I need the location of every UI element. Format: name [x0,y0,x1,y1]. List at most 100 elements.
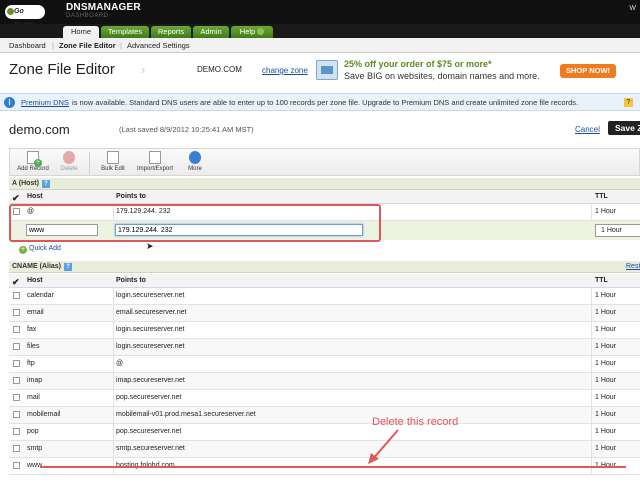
page-title: Zone File Editor [9,61,115,78]
info-icon: i [4,97,15,108]
shop-now-button[interactable]: SHOP NOW! [560,64,616,78]
row-checkbox[interactable] [13,309,20,316]
more-icon [189,151,201,164]
tab-templates[interactable]: Templates [101,26,149,38]
col-ttl[interactable]: TTL [595,277,608,284]
row-checkbox[interactable] [13,462,20,469]
row-checkbox[interactable] [13,326,20,333]
record-ttl: 1 Hour [595,326,617,333]
more-label: More [188,166,202,172]
record-ttl: 1 Hour [595,445,617,452]
row-checkbox[interactable] [13,445,20,452]
record-ttl: 1 Hour [595,377,617,384]
record-host: calendar [27,292,54,299]
row-checkbox[interactable] [13,292,20,299]
save-zone-button[interactable]: Save Z [608,121,640,135]
strike-through-annotation [40,466,626,468]
bulk-edit-icon [107,151,119,164]
col-points-to[interactable]: Points to [116,277,146,284]
record-host: imap [27,377,43,384]
table-row[interactable]: mobilemail mobilemail-v01.prod.mesa1.secu… [9,407,640,424]
record-points-to: login.secureserver.net [116,292,185,299]
change-zone-link[interactable]: change zone [262,66,308,75]
record-points-to: @ [116,360,124,367]
record-host: email [27,309,44,316]
table-row[interactable]: mail pop.secureserver.net 1 Hour [9,390,640,407]
reset-link[interactable]: Rest [626,261,640,273]
ttl-select[interactable]: 1 Hour⇕ [595,224,640,237]
row-checkbox[interactable] [13,377,20,384]
column-divider [113,339,114,355]
delete-icon [63,151,75,164]
tab-reports[interactable]: Reports [151,26,191,38]
record-ttl: 1 Hour [595,428,617,435]
highlight-annotation [9,204,381,242]
main-nav: Home Templates Reports Admin Help [0,24,640,38]
record-host: pop [27,428,39,435]
record-ttl: 1 Hour [595,343,617,350]
app-title: DNSMANAGER [66,2,141,13]
cname-column-header: ✔ Host Points to TTL [9,274,640,288]
record-ttl: 1 Hour [595,292,617,299]
row-checkbox[interactable] [13,411,20,418]
row-checkbox[interactable] [13,428,20,435]
subnav-zone-file-editor[interactable]: Zone File Editor [59,41,116,50]
tab-help[interactable]: Help [231,26,273,38]
column-divider [113,356,114,372]
table-row[interactable]: email email.secureserver.net 1 Hour [9,305,640,322]
import-export-button[interactable]: Import/Export [135,151,175,172]
col-ttl[interactable]: TTL [595,193,608,200]
record-points-to: mobilemail-v01.prod.mesa1.secureserver.n… [116,411,256,418]
table-row[interactable]: imap imap.secureserver.net 1 Hour [9,373,640,390]
col-points-to[interactable]: Points to [116,193,146,200]
record-host: fax [27,326,37,333]
quick-add-button[interactable]: + Quick Add [19,245,61,254]
column-divider [113,390,114,406]
column-divider [591,441,592,457]
table-row[interactable]: ftp @1 Hour [9,356,640,373]
more-button[interactable]: More [182,151,208,172]
row-checkbox[interactable] [13,394,20,401]
record-ttl: 1 Hour [595,208,617,215]
column-divider [113,288,114,304]
subnav-dashboard[interactable]: Dashboard [9,41,46,50]
account-menu[interactable]: W [629,5,636,12]
quick-add-label: Quick Add [29,245,61,252]
column-divider [591,288,592,304]
row-checkbox[interactable] [13,343,20,350]
record-ttl: 1 Hour [595,411,617,418]
table-row[interactable]: files login.secureserver.net 1 Hour [9,339,640,356]
tab-home[interactable]: Home [63,26,99,38]
table-row[interactable]: fax login.secureserver.net 1 Hour [9,322,640,339]
delete-button[interactable]: Delete [56,151,82,172]
select-all-checkbox[interactable]: ✔ [12,193,20,204]
premium-dns-banner: i Premium DNS is now available. Standard… [0,93,640,111]
delete-label: Delete [60,166,78,172]
cancel-link[interactable]: Cancel [575,125,600,134]
help-icon[interactable]: ? [41,180,50,188]
help-icon[interactable]: ? [624,98,633,107]
tab-help-label: Help [239,27,256,36]
col-host[interactable]: Host [27,277,43,284]
godaddy-logo[interactable]: Go Daddy [5,5,45,29]
row-checkbox[interactable] [13,360,20,367]
premium-dns-link[interactable]: Premium DNS [21,98,69,107]
table-row[interactable]: pop pop.secureserver.net 1 Hour [9,424,640,441]
add-record-button[interactable]: Add Record [15,151,51,172]
table-row[interactable]: smtp smtp.secureserver.net 1 Hour [9,441,640,458]
column-divider [591,424,592,440]
domain-label: DEMO.COM [197,65,242,74]
record-host: files [27,343,40,350]
record-host: smtp [27,445,43,452]
table-row[interactable]: calendar login.secureserver.net 1 Hour [9,288,640,305]
bulk-edit-button[interactable]: Bulk Edit [98,151,128,172]
sub-nav: Dashboard | Zone File Editor | Advanced … [0,38,640,53]
promo-banner[interactable]: 25% off your order of $75 or more* Save … [316,58,616,84]
record-ttl: 1 Hour [595,394,617,401]
tab-admin[interactable]: Admin [193,26,229,38]
select-all-checkbox[interactable]: ✔ [12,277,20,288]
col-host[interactable]: Host [27,193,43,200]
help-icon[interactable]: ? [64,263,73,271]
chevron-right-icon: › [141,62,146,77]
subnav-advanced-settings[interactable]: Advanced Settings [127,41,190,50]
